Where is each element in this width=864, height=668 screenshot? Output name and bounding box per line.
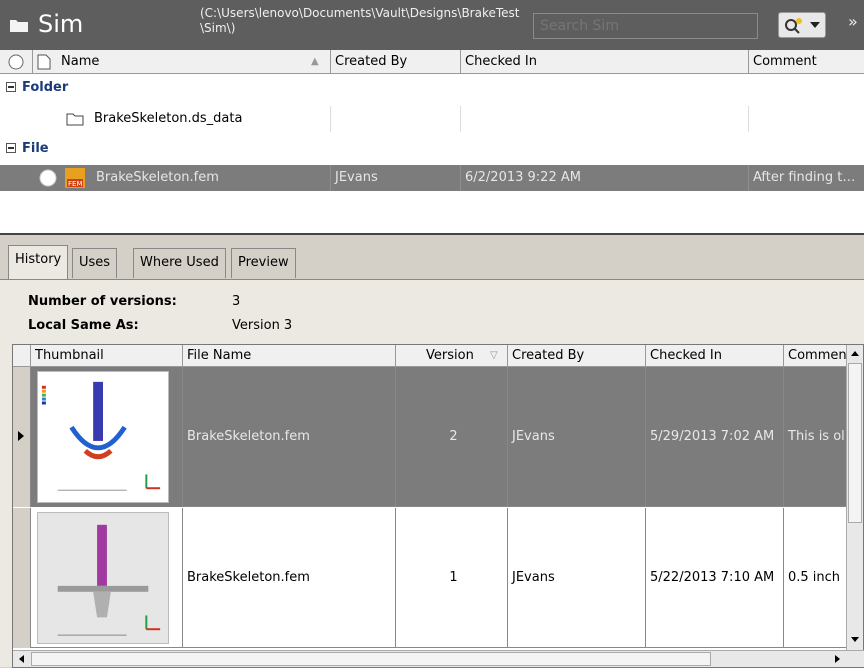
file-name: BrakeSkeleton.fem — [183, 508, 396, 648]
comment: This is ol — [788, 429, 845, 444]
history-grid: Thumbnail File Name Version ▽ Created By… — [12, 344, 864, 668]
sort-desc-icon: ▽ — [490, 350, 498, 361]
column-header-created-by[interactable]: Created By — [508, 345, 646, 367]
column-header-name[interactable]: Name ▲ — [33, 50, 331, 74]
group-label: Folder — [22, 80, 69, 95]
comment: After finding t… — [753, 170, 856, 185]
group-file[interactable]: File — [0, 138, 864, 160]
list-item[interactable]: BrakeSkeleton.ds_data — [0, 106, 864, 132]
chevron-down-icon — [810, 22, 820, 28]
scroll-down-icon[interactable] — [851, 637, 859, 642]
thumbnail-image — [37, 371, 169, 503]
history-grid-header: Thumbnail File Name Version ▽ Created By… — [13, 345, 847, 367]
tab-history[interactable]: History — [8, 245, 69, 279]
file-name: BrakeSkeleton.ds_data — [60, 106, 331, 132]
search-input[interactable] — [533, 13, 758, 39]
scroll-up-icon[interactable] — [851, 351, 859, 356]
column-header-comment[interactable]: Comment — [749, 50, 864, 74]
group-folder[interactable]: Folder — [0, 77, 864, 99]
scroll-right-icon[interactable] — [835, 655, 840, 663]
file-name: BrakeSkeleton.fem — [183, 367, 396, 507]
created-by: JEvans — [508, 367, 646, 507]
row-header[interactable] — [13, 367, 31, 507]
version: 2 — [396, 367, 508, 507]
version: 1 — [396, 508, 508, 648]
status-column-header[interactable] — [0, 50, 33, 74]
status-circle-icon — [8, 54, 24, 70]
history-panel: Number of versions: 3 Local Same As: Ver… — [0, 279, 864, 668]
created-by: JEvans — [508, 508, 646, 648]
detail-tabs: History Uses Where Used Preview — [0, 240, 864, 280]
created-by: JEvans — [331, 165, 461, 191]
vertical-scrollbar[interactable] — [846, 345, 863, 650]
checked-in: 5/22/2013 7:10 AM — [646, 508, 784, 648]
file-name: BrakeSkeleton.fem — [92, 165, 331, 191]
checked-in: 5/29/2013 7:02 AM — [646, 367, 784, 507]
status-circle-icon — [39, 169, 57, 187]
versions-label: Number of versions: — [28, 294, 177, 309]
tab-preview[interactable]: Preview — [231, 248, 296, 278]
scroll-thumb[interactable] — [31, 652, 711, 666]
svg-text:FEM: FEM — [68, 180, 83, 188]
fem-file-icon: FEM — [65, 168, 85, 188]
column-header-label: Name — [61, 54, 100, 69]
collapse-icon[interactable] — [6, 82, 16, 92]
column-header-created-by[interactable]: Created By — [331, 50, 461, 74]
local-same-as-label: Local Same As: — [28, 318, 139, 333]
row-header[interactable] — [13, 508, 31, 648]
group-label: File — [22, 141, 49, 156]
search-icon — [785, 18, 802, 34]
column-header-checked-in[interactable]: Checked In — [646, 345, 784, 367]
versions-count: 3 — [232, 294, 241, 309]
search-options-button[interactable] — [778, 12, 826, 38]
table-row[interactable]: FEM BrakeSkeleton.fem JEvans 6/2/2013 9:… — [0, 165, 864, 191]
tab-uses[interactable]: Uses — [72, 248, 118, 278]
thumbnail-image — [37, 512, 169, 644]
thumbnail-cell — [31, 508, 183, 648]
column-header-checked-in[interactable]: Checked In — [461, 50, 749, 74]
title-bar: Sim (C:\Users\lenovo\Documents\Vault\Des… — [0, 0, 864, 50]
checked-in: 6/2/2013 9:22 AM — [461, 165, 749, 191]
column-header-thumbnail[interactable]: Thumbnail — [31, 345, 183, 367]
local-same-as-value: Version 3 — [232, 318, 293, 333]
file-grid-header: Name ▲ Created By Checked In Comment — [0, 50, 864, 74]
scroll-left-icon[interactable] — [19, 655, 24, 663]
folder-icon — [66, 113, 84, 126]
window-title: Sim — [38, 10, 84, 38]
column-header-version[interactable]: Version ▽ — [396, 345, 508, 367]
scroll-thumb[interactable] — [848, 363, 862, 523]
column-header-comment[interactable]: Commen — [784, 345, 847, 367]
file-grid: Name ▲ Created By Checked In Comment Fol… — [0, 50, 864, 235]
table-row[interactable]: BrakeSkeleton.fem 2 JEvans 5/29/2013 7:0… — [13, 367, 847, 507]
sort-asc-icon: ▲ — [311, 56, 319, 67]
comment: 0.5 inch — [788, 570, 841, 585]
tab-where-used[interactable]: Where Used — [133, 248, 226, 278]
column-header-file-name[interactable]: File Name — [183, 345, 396, 367]
document-icon — [37, 54, 51, 70]
folder-icon — [10, 20, 28, 32]
collapse-icon[interactable] — [6, 143, 16, 153]
current-row-icon — [18, 431, 24, 441]
folder-path: (C:\Users\lenovo\Documents\Vault\Designs… — [200, 6, 520, 35]
expand-icon[interactable]: » — [848, 12, 864, 38]
horizontal-scrollbar[interactable] — [13, 650, 864, 667]
table-row[interactable]: BrakeSkeleton.fem 1 JEvans 5/22/2013 7:1… — [13, 508, 847, 648]
thumbnail-cell — [31, 367, 183, 507]
